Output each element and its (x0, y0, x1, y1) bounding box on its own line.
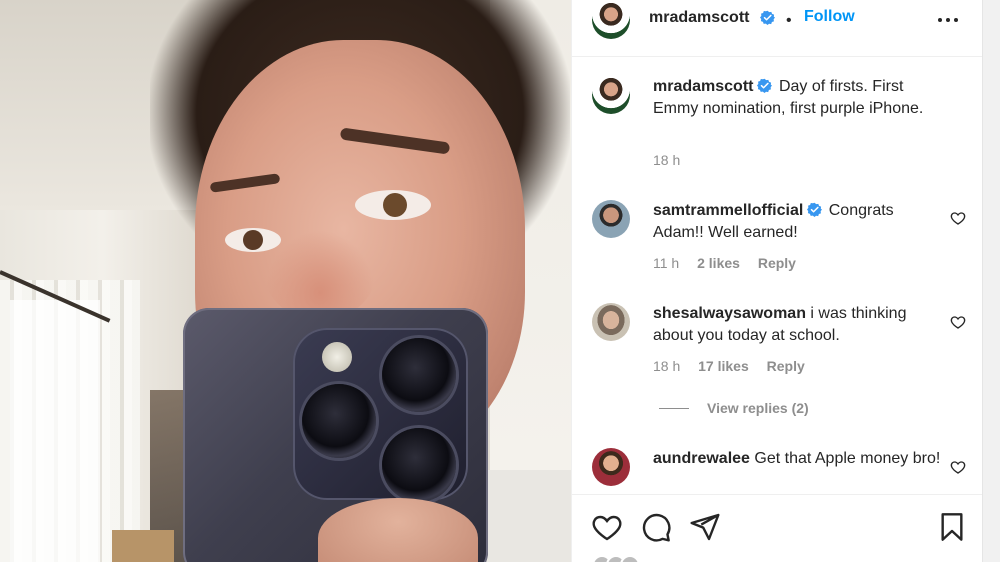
caption-avatar[interactable] (592, 76, 630, 114)
photo-lens-3 (382, 428, 456, 502)
caption-timestamp: 18 h (653, 152, 680, 168)
view-replies-button[interactable]: View replies (2) (659, 400, 809, 416)
photo-window (10, 300, 100, 562)
heart-icon[interactable] (591, 511, 623, 543)
comment-meta: 18 h 17 likes Reply (653, 358, 805, 374)
comment-text-block: aundrewalee Get that Apple money bro! (653, 448, 943, 470)
photo-flash (322, 342, 352, 372)
author-username[interactable]: mradamscott (649, 9, 749, 27)
comment-text-block: shesalwaysawoman i was thinking about yo… (653, 303, 943, 347)
comment-likes[interactable]: 17 likes (698, 358, 749, 374)
comment-username[interactable]: samtrammellofficial (653, 202, 803, 219)
author-avatar[interactable] (592, 1, 630, 39)
reply-button[interactable]: Reply (767, 358, 805, 374)
comment-avatar[interactable] (592, 303, 630, 341)
header-separator: • (786, 12, 792, 29)
verified-badge-icon (757, 78, 773, 93)
comment-icon[interactable] (640, 511, 672, 543)
view-replies-label: View replies (2) (707, 400, 809, 416)
comment-text: Get that Apple money bro! (754, 450, 941, 467)
comment-time: 11 h (653, 255, 680, 271)
comment-meta: 11 h 2 likes Reply (653, 255, 796, 271)
comment-avatar[interactable] (592, 200, 630, 238)
action-bar (572, 494, 983, 562)
comment-username[interactable]: shesalwaysawoman (653, 305, 806, 322)
bookmark-icon[interactable] (936, 511, 968, 543)
photo-lens-1 (382, 338, 456, 412)
verified-badge-icon (807, 202, 823, 217)
follow-button[interactable]: Follow (804, 8, 855, 26)
heart-icon[interactable] (950, 314, 966, 330)
verified-badge-icon (760, 10, 775, 25)
photo-nose (265, 230, 375, 320)
window-scrollbar[interactable] (982, 0, 1000, 562)
share-icon[interactable] (689, 511, 721, 543)
caption-text-block: mradamscott Day of firsts. First Emmy no… (653, 76, 943, 120)
post-header: mradamscott • Follow (572, 0, 983, 57)
photo-lens-2 (302, 384, 376, 458)
liked-by-avatars (592, 555, 652, 562)
post-photo[interactable] (0, 0, 571, 562)
comment-time: 18 h (653, 358, 681, 374)
comment-likes[interactable]: 2 likes (697, 255, 740, 271)
photo-box (112, 530, 174, 562)
heart-icon[interactable] (950, 210, 966, 226)
caption-time: 18 h (653, 152, 681, 168)
comment-avatar[interactable] (592, 448, 630, 486)
heart-icon[interactable] (950, 459, 966, 475)
more-options-icon[interactable] (936, 10, 960, 30)
view-replies-line (659, 408, 689, 409)
comment-text-block: samtrammellofficial Congrats Adam!! Well… (653, 200, 943, 244)
post-side-panel: mradamscott • Follow mradamscott Day of … (571, 0, 983, 562)
comment-username[interactable]: aundrewalee (653, 450, 750, 467)
reply-button[interactable]: Reply (758, 255, 796, 271)
photo-right-eye (355, 190, 431, 220)
caption-username[interactable]: mradamscott (653, 78, 753, 95)
